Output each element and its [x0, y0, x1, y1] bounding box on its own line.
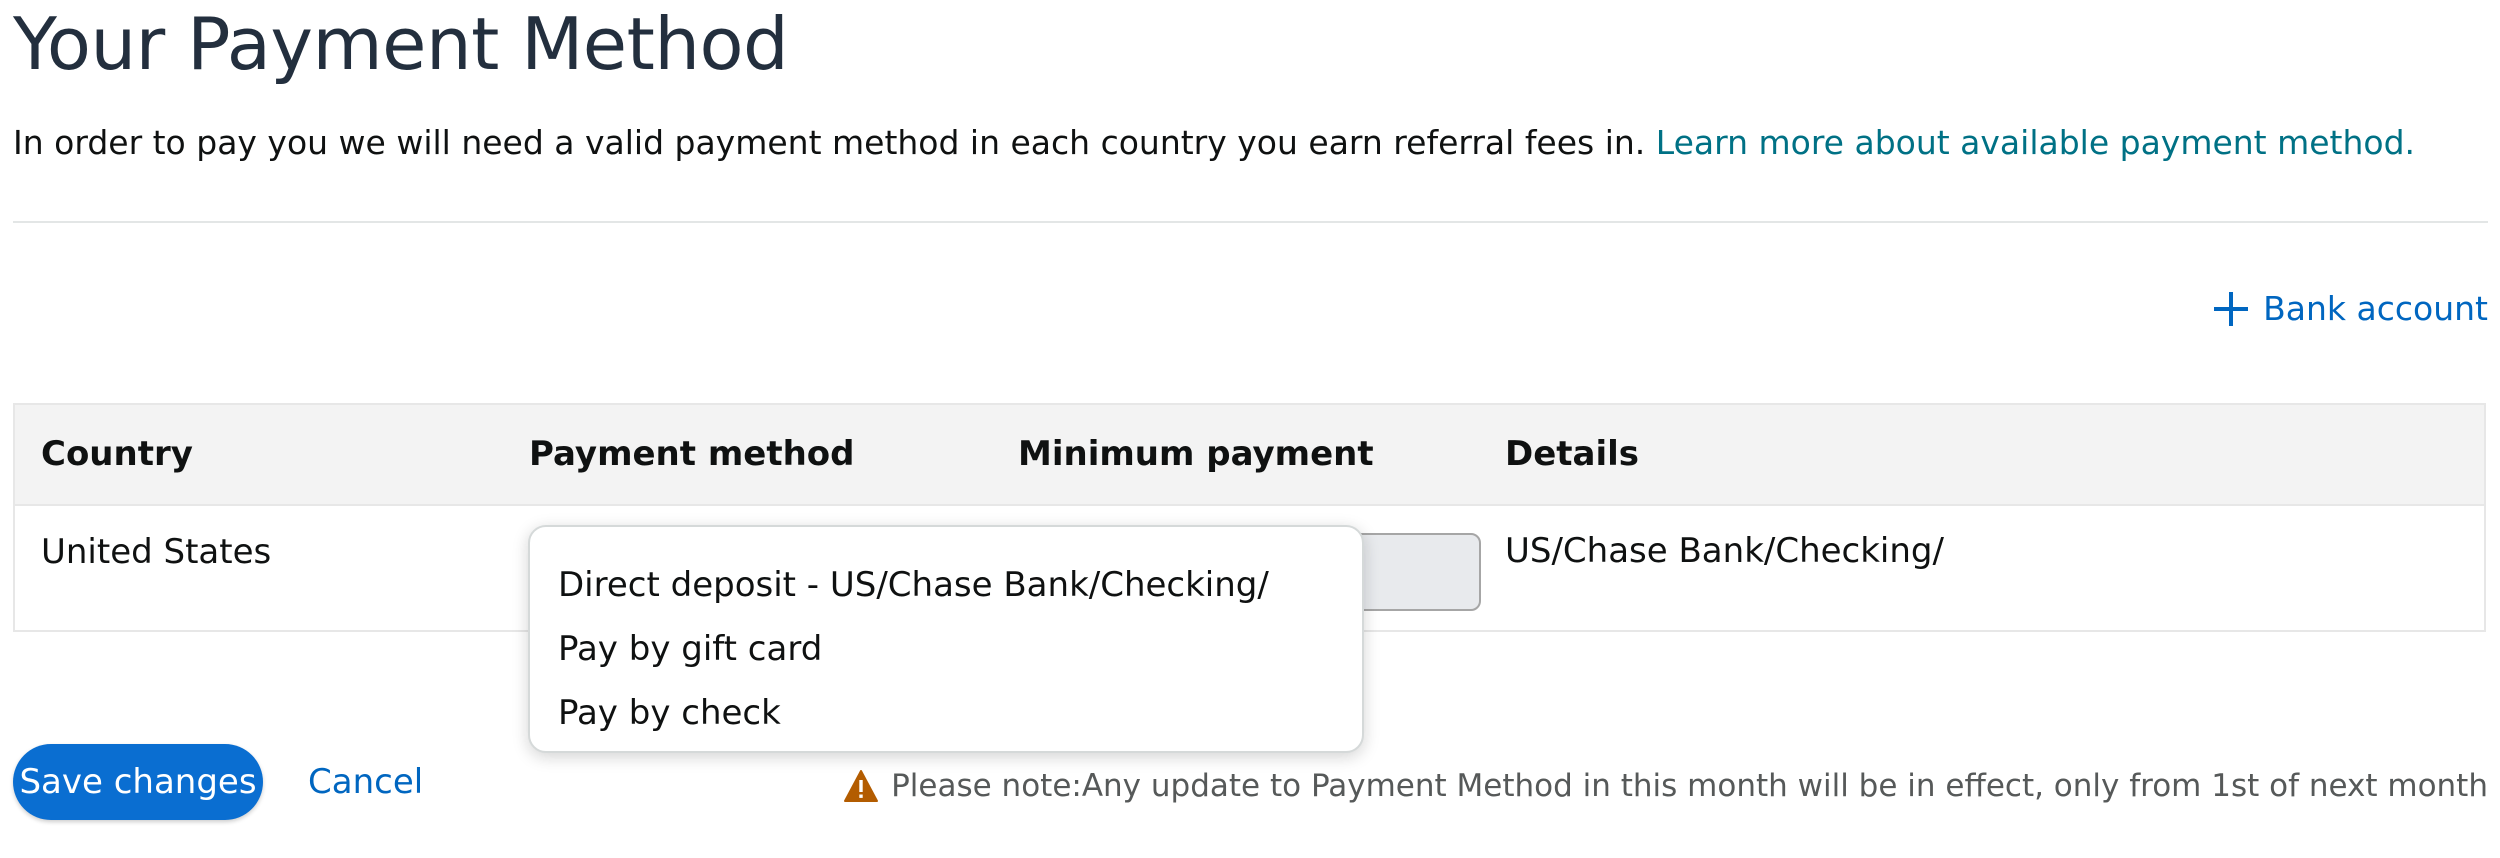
payment-method-dropdown: Direct deposit - US/Chase Bank/Checking/… — [528, 525, 1364, 753]
table-header-row: Country Payment method Minimum payment D… — [15, 405, 2484, 506]
intro-paragraph: In order to pay you we will need a valid… — [13, 121, 2415, 165]
dropdown-option-direct-deposit[interactable]: Direct deposit - US/Chase Bank/Checking/ — [530, 553, 1362, 617]
plus-icon — [2214, 292, 2249, 326]
cancel-link[interactable]: Cancel — [308, 760, 423, 804]
note-text: Please note:Any update to Payment Method… — [891, 768, 2488, 804]
warning-icon — [844, 770, 879, 802]
learn-more-link[interactable]: Learn more about available payment metho… — [1656, 123, 2415, 162]
section-divider — [13, 221, 2488, 223]
dropdown-option-check[interactable]: Pay by check — [530, 681, 1362, 745]
dropdown-option-gift-card[interactable]: Pay by gift card — [530, 617, 1362, 681]
header-payment-method: Payment method — [529, 434, 855, 474]
add-bank-account-label: Bank account — [2263, 289, 2488, 328]
cell-details: US/Chase Bank/Checking/ — [1505, 531, 1944, 571]
save-changes-button[interactable]: Save changes — [13, 744, 263, 820]
payment-update-note: Please note:Any update to Payment Method… — [843, 766, 2488, 806]
header-country: Country — [41, 434, 193, 474]
header-minimum-payment: Minimum payment — [1018, 434, 1374, 474]
add-bank-account-button[interactable]: Bank account — [2211, 287, 2488, 331]
header-details: Details — [1505, 434, 1640, 474]
intro-text: In order to pay you we will need a valid… — [13, 123, 1656, 162]
page-title: Your Payment Method — [13, 2, 789, 86]
cell-country: United States — [41, 532, 272, 572]
